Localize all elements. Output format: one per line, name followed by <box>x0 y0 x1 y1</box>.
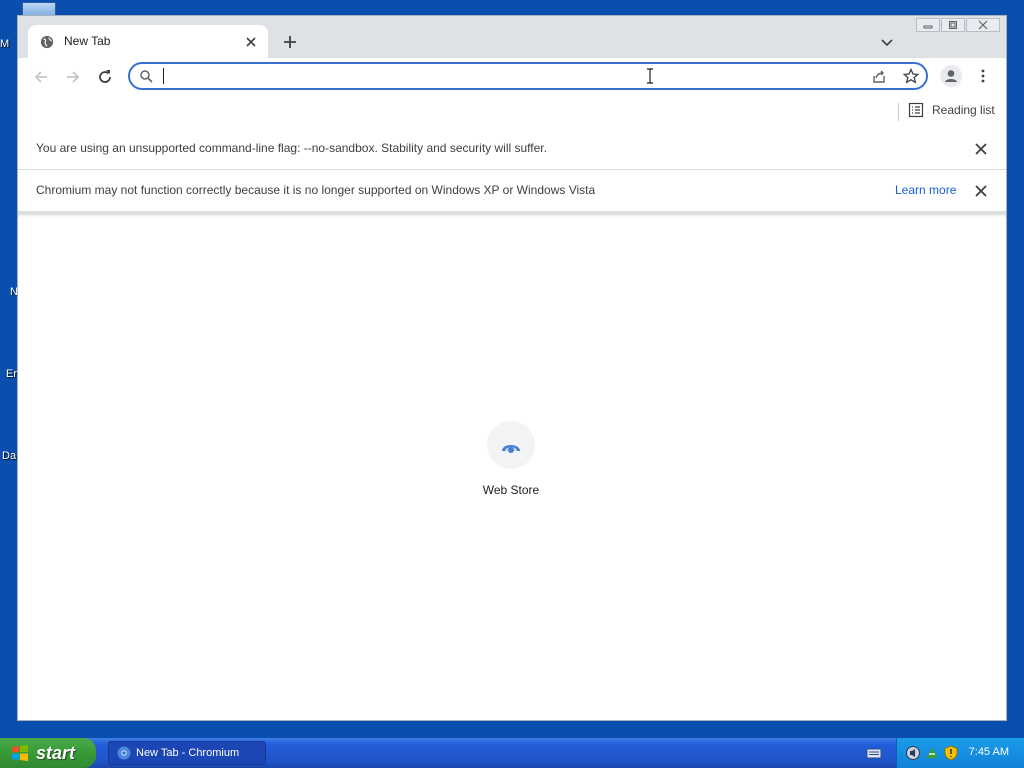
bookmarks-divider <box>898 103 899 121</box>
omnibox[interactable] <box>128 62 928 90</box>
tab-title: New Tab <box>64 34 111 48</box>
bookmarks-bar: Reading list <box>18 98 1006 129</box>
maximize-button[interactable] <box>941 18 965 32</box>
forward-arrow-icon[interactable] <box>64 68 82 86</box>
tab-close-icon[interactable] <box>244 35 258 49</box>
reading-list-label: Reading list <box>932 103 995 117</box>
person-icon <box>945 70 957 82</box>
speaker-icon[interactable] <box>905 745 921 761</box>
chromium-icon <box>117 746 131 760</box>
reload-icon[interactable] <box>96 68 114 86</box>
profile-avatar-icon[interactable] <box>940 65 962 87</box>
browser-window: New Tab Reading list You are using an un… <box>17 15 1007 721</box>
text-caret <box>163 68 164 84</box>
desktop-icon-label-1[interactable]: M <box>0 38 9 50</box>
web-store-tile <box>487 421 535 469</box>
security-shield-icon[interactable] <box>943 745 959 761</box>
window-controls <box>916 18 1000 32</box>
new-tab-page: Web Store <box>18 213 1006 720</box>
system-tray: 7:45 AM <box>896 738 1024 768</box>
desktop-icon-label-3[interactable]: Er <box>6 368 17 380</box>
start-button[interactable]: start <box>0 738 96 768</box>
bookmark-star-icon[interactable] <box>903 68 919 84</box>
shortcut-web-store[interactable]: Web Store <box>475 421 547 497</box>
tab-new-tab[interactable]: New Tab <box>28 25 268 58</box>
taskbar-item-chromium[interactable]: New Tab - Chromium <box>108 741 266 765</box>
toolbar <box>18 58 1006 98</box>
start-label: start <box>36 742 76 763</box>
tab-search-chevron-icon[interactable] <box>880 36 894 50</box>
desktop-icon-label-4[interactable]: Da <box>2 450 16 462</box>
infobar-unsupported-os: Chromium may not function correctly beca… <box>18 170 1006 212</box>
close-window-button[interactable] <box>966 18 1000 32</box>
new-tab-button[interactable] <box>282 34 298 50</box>
reading-list-button[interactable]: Reading list <box>908 102 995 118</box>
web-store-icon <box>502 445 520 453</box>
reading-list-icon <box>908 102 924 118</box>
share-icon[interactable] <box>871 68 887 84</box>
back-arrow-icon[interactable] <box>32 68 50 86</box>
restore-icon <box>949 21 957 29</box>
network-icon[interactable] <box>924 745 940 761</box>
taskbar-item-label: New Tab - Chromium <box>136 747 240 759</box>
address-input[interactable] <box>164 67 848 87</box>
infobar-sandbox-warning: You are using an unsupported command-lin… <box>18 128 1006 170</box>
shortcut-label: Web Store <box>482 483 540 497</box>
learn-more-link[interactable]: Learn more <box>895 183 956 197</box>
infobar-text: You are using an unsupported command-lin… <box>36 141 547 155</box>
globe-icon <box>40 35 54 49</box>
minimize-icon <box>923 25 933 29</box>
text-cursor-icon <box>647 68 653 84</box>
taskbar: start New Tab - Chromium 7:45 AM <box>0 738 1024 768</box>
close-icon <box>978 20 988 30</box>
infobar-close-icon[interactable] <box>974 184 988 198</box>
clock: 7:45 AM <box>968 746 1009 758</box>
keyboard-language-icon[interactable] <box>866 746 882 760</box>
infobar-close-icon[interactable] <box>974 142 988 156</box>
search-icon <box>140 70 153 83</box>
windows-logo-icon <box>12 745 28 761</box>
infobar-text: Chromium may not function correctly beca… <box>36 183 596 197</box>
kebab-menu-icon[interactable] <box>976 69 990 83</box>
minimize-button[interactable] <box>916 18 940 32</box>
